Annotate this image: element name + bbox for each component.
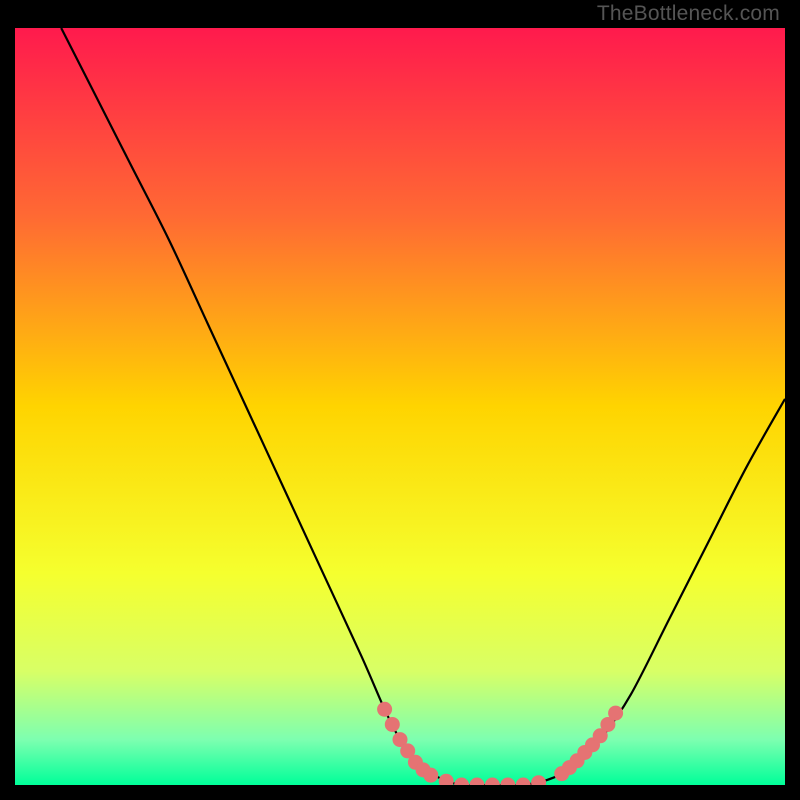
- chart-background: [15, 28, 785, 785]
- data-dot: [423, 768, 438, 783]
- data-dot: [377, 702, 392, 717]
- data-dot: [608, 706, 623, 721]
- chart-svg: [15, 28, 785, 785]
- watermark-text: TheBottleneck.com: [597, 2, 780, 26]
- data-dot: [385, 717, 400, 732]
- chart-plot-area: [15, 28, 785, 785]
